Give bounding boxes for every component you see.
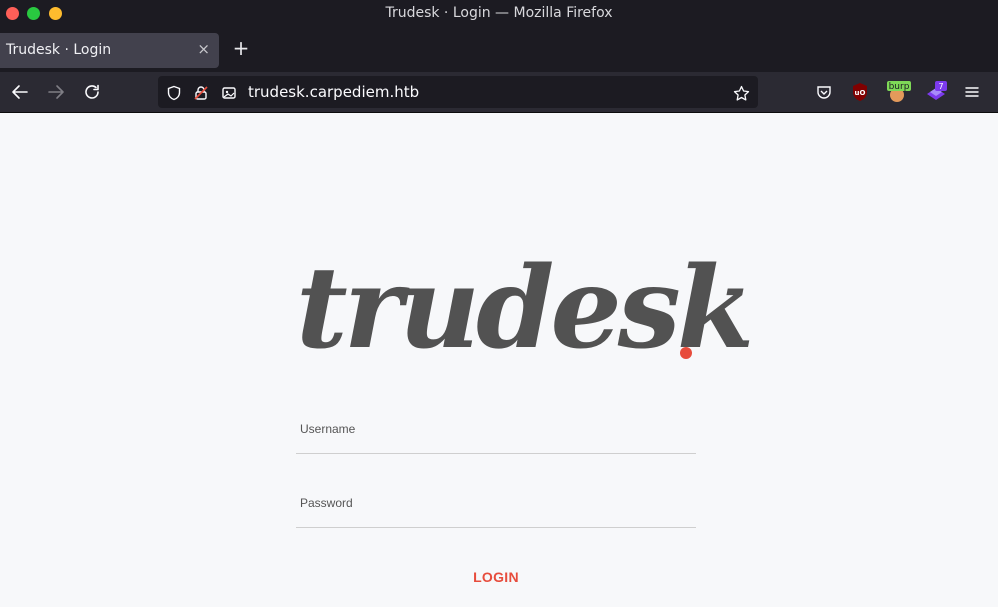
shield-icon[interactable]: [165, 84, 183, 102]
page-image-icon[interactable]: [220, 84, 238, 102]
password-field[interactable]: Password: [296, 488, 696, 528]
login-button[interactable]: LOGIN: [446, 562, 546, 592]
url-text[interactable]: trudesk.carpediem.htb: [248, 83, 419, 101]
burp-proxy-icon[interactable]: burp: [885, 80, 913, 104]
logo-dot: [680, 347, 692, 359]
navigation-bar: trudesk.carpediem.htb uO burp 7: [0, 72, 998, 113]
back-button[interactable]: [9, 81, 31, 103]
reload-button[interactable]: [81, 81, 103, 103]
url-bar[interactable]: trudesk.carpediem.htb: [158, 76, 758, 108]
trudesk-logo: trudesk: [296, 244, 754, 374]
burp-label: burp: [889, 82, 910, 92]
tab-close-icon[interactable]: ×: [197, 40, 210, 58]
username-input[interactable]: [296, 414, 696, 453]
svg-text:uO: uO: [855, 89, 866, 97]
browser-window: Trudesk · Login — Mozilla Firefox Trudes…: [0, 0, 998, 607]
forward-button[interactable]: [45, 81, 67, 103]
password-input[interactable]: [296, 488, 696, 527]
username-field[interactable]: Username: [296, 414, 696, 454]
bookmark-star-icon[interactable]: [732, 84, 750, 102]
forward-arrow-icon: [48, 85, 64, 99]
tab-trudesk-login[interactable]: Trudesk · Login ×: [0, 33, 219, 68]
tab-label: Trudesk · Login: [6, 42, 112, 58]
window-title: Trudesk · Login — Mozilla Firefox: [385, 5, 613, 21]
login-page: trudesk Username Password LOGIN: [0, 114, 998, 607]
title-bar: Trudesk · Login — Mozilla Firefox: [0, 0, 998, 28]
badge-count: 7: [938, 82, 943, 91]
ublock-origin-icon[interactable]: uO: [848, 80, 872, 104]
back-arrow-icon: [12, 85, 28, 99]
tab-strip: Trudesk · Login × +: [0, 28, 998, 72]
hamburger-menu-icon[interactable]: [960, 80, 984, 104]
extension-badge-icon[interactable]: 7: [924, 80, 948, 104]
insecure-lock-icon[interactable]: [192, 84, 210, 102]
pocket-icon[interactable]: [812, 80, 836, 104]
reload-icon: [85, 84, 99, 99]
new-tab-button[interactable]: +: [230, 38, 252, 60]
